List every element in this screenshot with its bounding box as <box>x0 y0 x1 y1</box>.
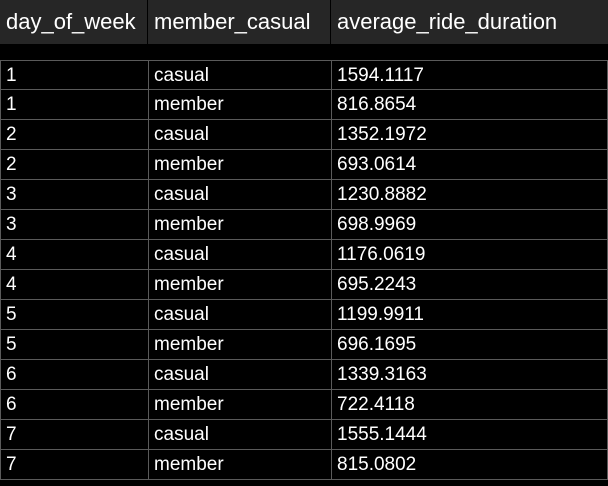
cell-day-of-week[interactable]: 6 <box>0 390 148 419</box>
table-row[interactable]: 3 casual 1230.8882 <box>0 180 608 210</box>
table-row[interactable]: 5 casual 1199.9911 <box>0 300 608 330</box>
column-header-average-ride-duration[interactable]: average_ride_duration <box>331 0 608 44</box>
cell-average-ride-duration[interactable]: 698.9969 <box>331 210 608 239</box>
table-row[interactable]: 2 member 693.0614 <box>0 150 608 180</box>
cell-day-of-week[interactable]: 5 <box>0 300 148 329</box>
cell-day-of-week[interactable]: 4 <box>0 240 148 269</box>
cell-day-of-week[interactable]: 1 <box>0 61 148 90</box>
cell-member-casual[interactable]: member <box>148 210 331 239</box>
cell-day-of-week[interactable]: 3 <box>0 180 148 209</box>
cell-average-ride-duration[interactable]: 1555.1444 <box>331 420 608 449</box>
cell-average-ride-duration[interactable]: 815.0802 <box>331 450 608 479</box>
column-header-member-casual[interactable]: member_casual <box>148 0 330 44</box>
cell-average-ride-duration[interactable]: 693.0614 <box>331 150 608 179</box>
cell-member-casual[interactable]: casual <box>148 300 331 329</box>
cell-average-ride-duration[interactable]: 695.2243 <box>331 270 608 299</box>
table-row[interactable]: 5 member 696.1695 <box>0 330 608 360</box>
cell-member-casual[interactable]: member <box>148 390 331 419</box>
table-row[interactable]: 1 member 816.8654 <box>0 90 608 120</box>
cell-average-ride-duration[interactable]: 1199.9911 <box>331 300 608 329</box>
cell-average-ride-duration[interactable]: 1230.8882 <box>331 180 608 209</box>
table-row[interactable]: 4 casual 1176.0619 <box>0 240 608 270</box>
cell-day-of-week[interactable]: 3 <box>0 210 148 239</box>
cell-member-casual[interactable]: casual <box>148 120 331 149</box>
column-header-day-of-week[interactable]: day_of_week <box>0 0 147 44</box>
cell-member-casual[interactable]: casual <box>148 360 331 389</box>
table-row[interactable]: 4 member 695.2243 <box>0 270 608 300</box>
cell-member-casual[interactable]: member <box>148 90 331 119</box>
table-row[interactable]: 3 member 698.9969 <box>0 210 608 240</box>
cell-member-casual[interactable]: casual <box>148 61 331 90</box>
cell-member-casual[interactable]: member <box>148 450 331 479</box>
table-body: 1 casual 1594.1117 1 member 816.8654 2 casual 13… <box>0 60 608 480</box>
cell-day-of-week[interactable]: 1 <box>0 90 148 119</box>
cell-day-of-week[interactable]: 7 <box>0 450 148 479</box>
cell-average-ride-duration[interactable]: 816.8654 <box>331 90 608 119</box>
cell-member-casual[interactable]: member <box>148 270 331 299</box>
table-row[interactable]: 1 casual 1594.1117 <box>0 60 608 90</box>
cell-day-of-week[interactable]: 2 <box>0 120 148 149</box>
cell-average-ride-duration[interactable]: 696.1695 <box>331 330 608 359</box>
cell-average-ride-duration[interactable]: 722.4118 <box>331 390 608 419</box>
table-row[interactable]: 2 casual 1352.1972 <box>0 120 608 150</box>
cell-member-casual[interactable]: casual <box>148 180 331 209</box>
cell-day-of-week[interactable]: 4 <box>0 270 148 299</box>
cell-day-of-week[interactable]: 5 <box>0 330 148 359</box>
table-row[interactable]: 6 member 722.4118 <box>0 390 608 420</box>
column-header-row: day_of_week member_casual average_ride_d… <box>0 0 608 44</box>
cell-member-casual[interactable]: member <box>148 150 331 179</box>
cell-average-ride-duration[interactable]: 1176.0619 <box>331 240 608 269</box>
cell-member-casual[interactable]: casual <box>148 420 331 449</box>
cell-average-ride-duration[interactable]: 1339.3163 <box>331 360 608 389</box>
table-row[interactable]: 7 member 815.0802 <box>0 450 608 480</box>
results-grid: day_of_week member_casual average_ride_d… <box>0 0 608 486</box>
table-row[interactable]: 6 casual 1339.3163 <box>0 360 608 390</box>
cell-day-of-week[interactable]: 2 <box>0 150 148 179</box>
cell-member-casual[interactable]: casual <box>148 240 331 269</box>
cell-day-of-week[interactable]: 6 <box>0 360 148 389</box>
cell-average-ride-duration[interactable]: 1594.1117 <box>331 61 608 90</box>
cell-average-ride-duration[interactable]: 1352.1972 <box>331 120 608 149</box>
cell-day-of-week[interactable]: 7 <box>0 420 148 449</box>
cell-member-casual[interactable]: member <box>148 330 331 359</box>
table-row[interactable]: 7 casual 1555.1444 <box>0 420 608 450</box>
